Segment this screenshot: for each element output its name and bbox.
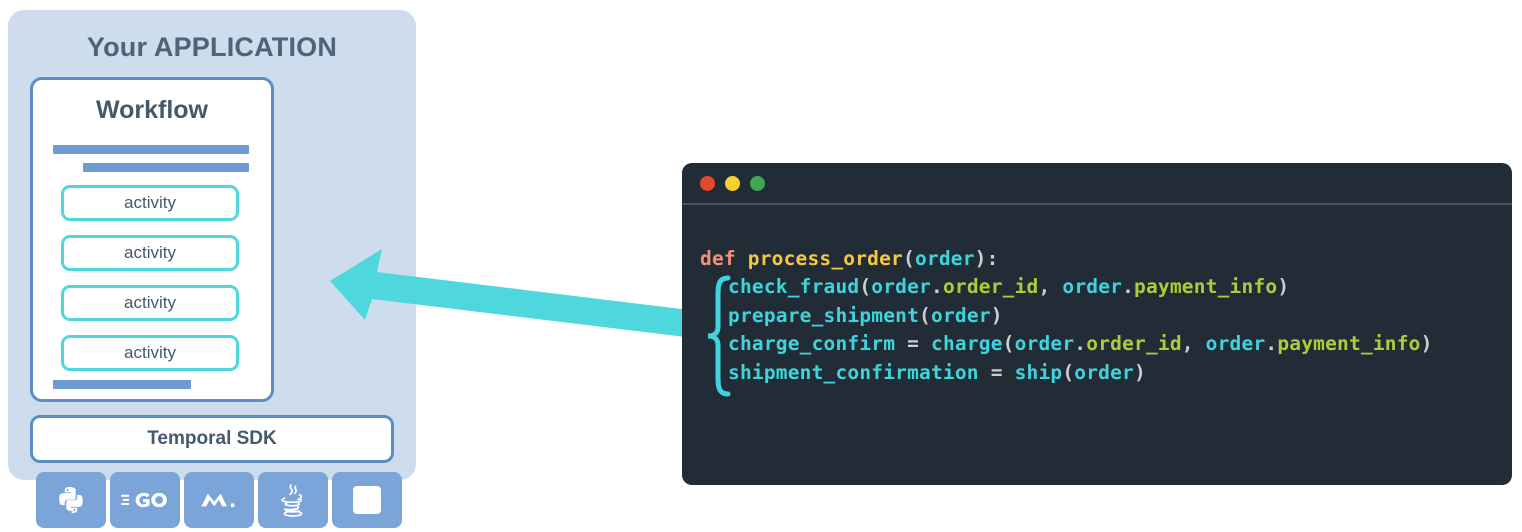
sdk-tile-java <box>258 472 328 528</box>
code-token: = <box>978 360 1015 384</box>
code-token: order <box>1074 360 1134 384</box>
java-logo-icon <box>277 482 309 518</box>
code-token: charge_confirm <box>728 332 896 355</box>
code-token: ) <box>1134 360 1146 384</box>
blank-square-icon <box>353 486 381 514</box>
code-token: ship <box>1014 360 1063 384</box>
code-token: prepare_shipment <box>728 303 920 327</box>
code-token: payment_info <box>1277 332 1421 355</box>
code-line: charge_confirm = charge(order.order_id, … <box>728 330 1433 359</box>
code-token: . <box>1074 332 1087 355</box>
workflow-title: Workflow <box>95 96 209 124</box>
code-token: ) <box>1420 332 1433 355</box>
sdk-language-tiles <box>36 472 402 528</box>
code-token: . <box>1122 275 1135 298</box>
workflow-text-bar <box>53 145 249 154</box>
code-token: shipment_confirmation <box>728 360 979 384</box>
code-window-titlebar <box>682 163 1512 205</box>
sdk-tile-python <box>36 472 106 528</box>
code-token: ): <box>974 247 999 270</box>
code-body[interactable]: def process_order(order): check_fraud(or… <box>682 205 1512 485</box>
go-logo-icon <box>121 488 169 512</box>
close-dot[interactable] <box>700 176 715 191</box>
activity-box: activity <box>61 285 239 321</box>
python-logo-icon <box>56 485 86 515</box>
code-token: def <box>700 247 736 270</box>
code-token: ) <box>990 303 1003 327</box>
workflow-text-bar <box>83 163 249 172</box>
code-token: ( <box>903 247 915 270</box>
code-token: ) <box>1277 275 1290 298</box>
code-token: order <box>931 303 991 327</box>
code-token: process_order <box>747 247 904 270</box>
temporal-sdk-card: Temporal SDK <box>30 415 394 463</box>
traffic-lights <box>700 176 765 191</box>
sdk-tile-go <box>110 472 180 528</box>
workflow-card: Workflow activity activity activity acti… <box>30 77 274 402</box>
code-token: ( <box>1002 332 1015 355</box>
code-token: , <box>1181 332 1206 355</box>
code-window: def process_order(order): check_fraud(or… <box>682 163 1512 485</box>
code-token: order <box>1062 275 1123 298</box>
workflow-text-bar <box>53 380 191 389</box>
code-token: order_id <box>942 275 1039 298</box>
code-token: ( <box>859 275 872 298</box>
maximize-dot[interactable] <box>750 176 765 191</box>
code-token: order <box>871 275 931 298</box>
minimize-dot[interactable] <box>725 176 740 191</box>
page-title: Your APPLICATION <box>86 32 338 62</box>
code-line: def process_order(order): <box>700 245 999 274</box>
application-panel: Your APPLICATION Workflow activity activ… <box>8 10 416 528</box>
code-line: shipment_confirmation = ship(order) <box>728 359 1146 388</box>
code-token: order <box>1205 332 1266 355</box>
code-token: = <box>895 332 931 355</box>
dotnet-logo-icon <box>199 488 239 512</box>
code-token: payment_info <box>1134 275 1278 298</box>
code-token: check_fraud <box>728 275 860 298</box>
sdk-tile-blank <box>332 472 402 528</box>
code-token: . <box>931 275 943 298</box>
code-token: charge <box>931 332 1003 355</box>
code-token: , <box>1038 275 1063 298</box>
sdk-tile-dotnet <box>184 472 254 528</box>
activity-box: activity <box>61 185 239 221</box>
code-token: ( <box>1062 360 1075 384</box>
activity-box: activity <box>61 235 239 271</box>
code-token: order_id <box>1086 332 1182 355</box>
code-line: check_fraud(order.order_id, order.paymen… <box>728 273 1289 302</box>
code-token: . <box>1265 332 1278 355</box>
code-token: ( <box>919 303 931 327</box>
code-line: prepare_shipment(order) <box>728 302 1003 331</box>
code-token: order <box>914 247 975 270</box>
code-token: order <box>1014 332 1075 355</box>
activity-box: activity <box>61 335 239 371</box>
